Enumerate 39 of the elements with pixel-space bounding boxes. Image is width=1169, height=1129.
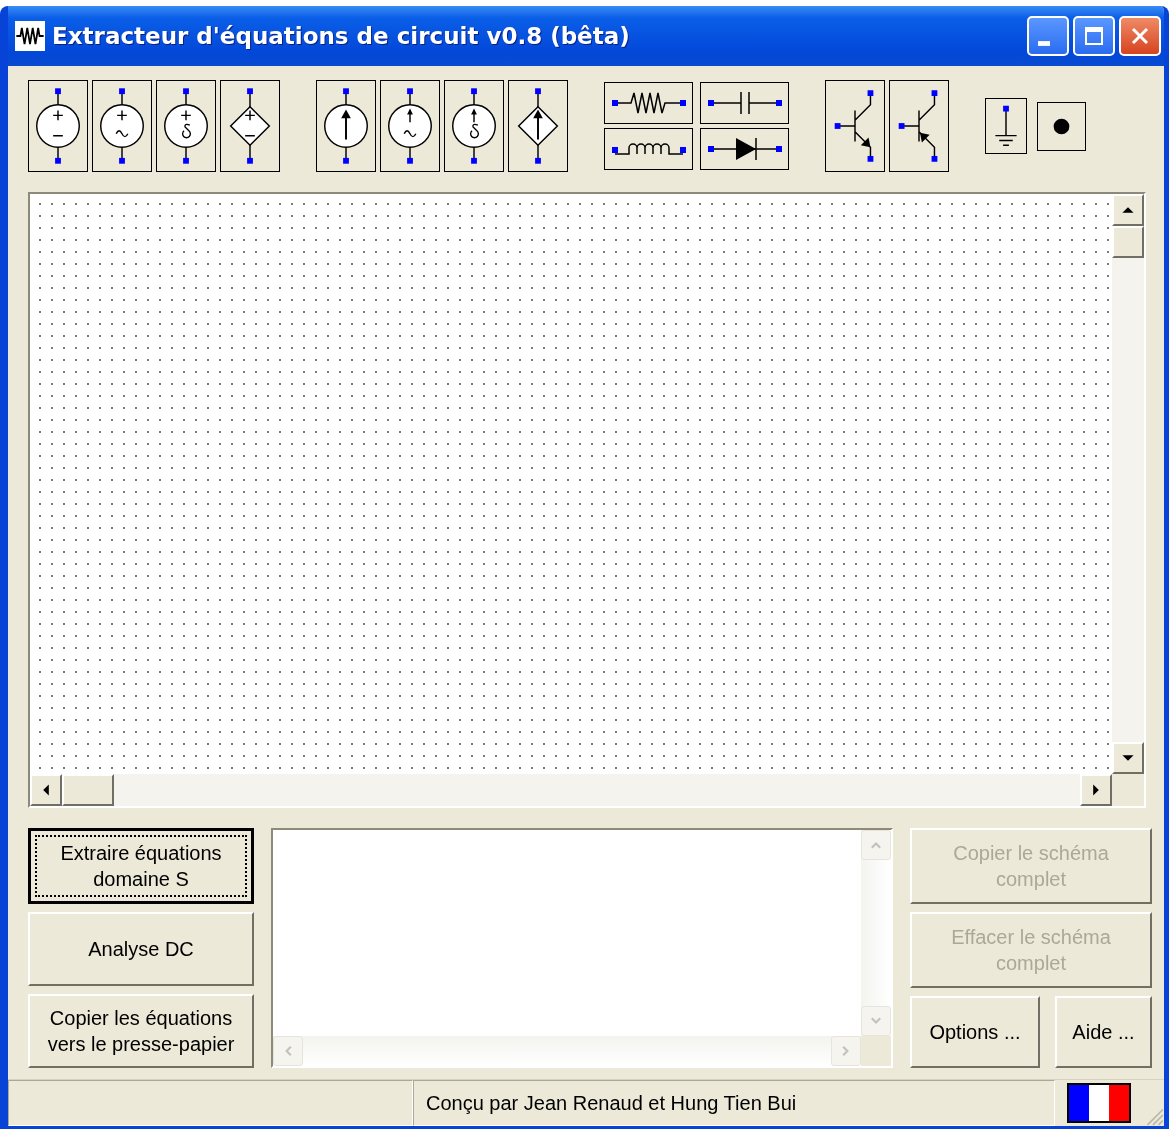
component-button[interactable] <box>28 80 88 172</box>
component-button[interactable] <box>889 80 949 172</box>
close-button[interactable] <box>1119 16 1161 56</box>
component-button[interactable] <box>604 128 693 170</box>
dialog-button[interactable]: Options ... <box>910 996 1040 1068</box>
action-button[interactable]: Analyse DC <box>28 912 254 986</box>
scrollbar-thumb[interactable] <box>62 774 114 806</box>
component-button[interactable] <box>316 80 376 172</box>
horizontal-scrollbar[interactable] <box>30 774 1112 806</box>
component-button[interactable] <box>604 82 693 124</box>
component-button[interactable] <box>220 80 280 172</box>
scrollbar-thumb[interactable] <box>1112 226 1144 258</box>
component-button[interactable] <box>92 80 152 172</box>
window-title: Extracteur d'équations de circuit v0.8 (bêta) <box>52 23 631 49</box>
component-button[interactable] <box>700 128 789 170</box>
action-button[interactable]: Extraire équations domaine S <box>28 828 254 904</box>
maximize-button[interactable] <box>1073 16 1115 56</box>
status-text: Conçu par Jean Renaud et Hung Tien Bui <box>413 1080 1055 1126</box>
diode-icon <box>706 137 783 161</box>
schematic-canvas[interactable] <box>30 194 1112 774</box>
action-button[interactable]: Copier les équations vers le presse-papier <box>28 994 254 1068</box>
component-button[interactable] <box>700 82 789 124</box>
minimize-button[interactable] <box>1027 16 1069 56</box>
component-button[interactable] <box>985 98 1027 154</box>
component-button[interactable] <box>508 80 568 172</box>
scrollbar-corner <box>861 1036 891 1066</box>
component-button[interactable] <box>156 80 216 172</box>
component-button[interactable] <box>1037 101 1086 151</box>
inductor-icon <box>610 142 687 156</box>
component-button[interactable] <box>825 80 885 172</box>
component-button[interactable] <box>444 80 504 172</box>
minimize-icon <box>1038 40 1050 46</box>
vertical-scrollbar[interactable] <box>1112 194 1144 774</box>
resistor-icon <box>610 91 687 115</box>
french-flag-icon[interactable] <box>1067 1083 1131 1123</box>
dialog-button[interactable]: Aide ... <box>1055 996 1152 1068</box>
capacitor-icon <box>706 91 783 115</box>
waveform-icon <box>14 21 46 51</box>
component-button[interactable] <box>380 80 440 172</box>
